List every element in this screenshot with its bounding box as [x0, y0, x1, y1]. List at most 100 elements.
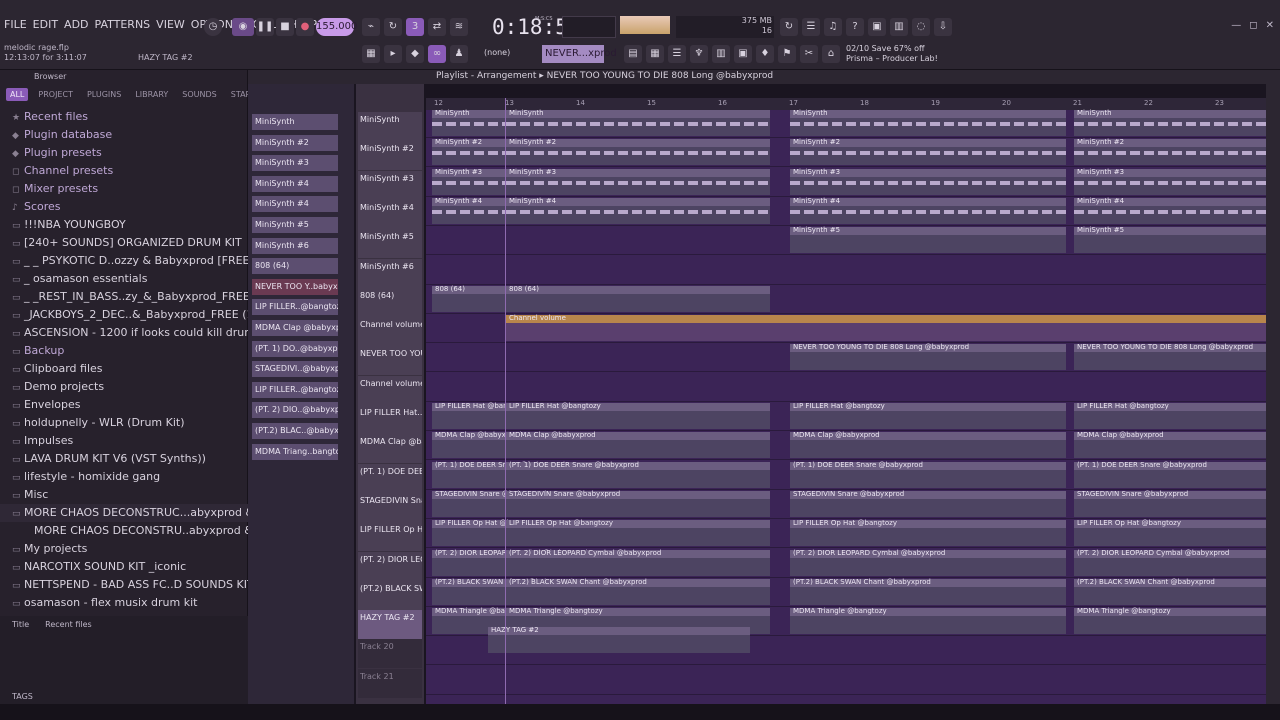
- playlist-clip[interactable]: MDMA Clap @babyxprod: [506, 431, 770, 459]
- playlist-clip[interactable]: MiniSynth #4: [790, 197, 1066, 224]
- playlist-clip[interactable]: MiniSynth #5: [790, 226, 1066, 254]
- news-panel[interactable]: 02/10 Save 67% off Prisma – Producer Lab…: [846, 44, 938, 64]
- channel-button[interactable]: MiniSynth #2: [252, 134, 338, 151]
- browser-item[interactable]: ◆ Plugin database: [0, 126, 248, 144]
- track-header[interactable]: MiniSynth #5: [358, 229, 422, 259]
- chat-icon[interactable]: ◌: [912, 18, 930, 36]
- track-header[interactable]: STAGEDIVIN Sna..: [358, 492, 422, 522]
- playlist-clip[interactable]: LIP FILLER Op Hat @bangtozy: [432, 519, 539, 547]
- playlist-clip[interactable]: (PT.2) BLACK SWAN Chant @babyxprod: [790, 578, 1066, 605]
- browser-item[interactable]: ▭ Clipboard files: [0, 360, 248, 378]
- playlist-clip[interactable]: LIP FILLER Op Hat @bangtozy: [790, 519, 1066, 547]
- track-header[interactable]: MiniSynth #2: [358, 141, 422, 171]
- playlist-clip[interactable]: MiniSynth #3: [432, 168, 506, 195]
- browser-tab-plugins[interactable]: PLUGINS: [83, 88, 125, 101]
- stamp-icon[interactable]: ♟: [450, 45, 468, 63]
- channel-button[interactable]: MiniSynth #3: [252, 155, 338, 172]
- browser-tab-all[interactable]: ALL: [6, 88, 29, 101]
- save-icon[interactable]: ▣: [868, 18, 886, 36]
- channel-button[interactable]: MiniSynth #5: [252, 217, 338, 233]
- mixer-icon[interactable]: ☰: [802, 18, 820, 36]
- track-header[interactable]: MDMA Clap @ba..: [358, 434, 422, 464]
- track-header[interactable]: Track 21: [358, 668, 422, 698]
- playlist-clip[interactable]: STAGEDIVIN Snare @babyxprod: [1074, 490, 1266, 517]
- channel-button[interactable]: MDMA Clap @babyxprod: [252, 320, 338, 336]
- browser-item[interactable]: ▭ Demo projects: [0, 378, 248, 396]
- track-header[interactable]: (PT. 2) DIOR LEO..: [358, 551, 422, 581]
- browser-item[interactable]: ▭ !!!NBA YOUNGBOY: [0, 216, 248, 234]
- playlist-clip[interactable]: MiniSynth: [432, 109, 506, 136]
- playlist-clip[interactable]: MDMA Clap @babyxprod: [790, 431, 1066, 459]
- playlist-clip[interactable]: MDMA Clap @babyxprod: [432, 431, 522, 459]
- view-file-icon[interactable]: ▣: [734, 45, 752, 63]
- playlist-clip[interactable]: (PT. 1) DOE DEER Snare @babyxprod: [432, 461, 565, 488]
- browser-tab-project[interactable]: PROJECT: [34, 88, 77, 101]
- blend-icon[interactable]: ≋: [450, 18, 468, 36]
- track-header[interactable]: Channel volume: [358, 317, 422, 347]
- playlist-clip[interactable]: LIP FILLER Hat @bangtozy: [506, 402, 770, 429]
- link-icon[interactable]: ∞: [428, 45, 446, 63]
- piano-roll-icon[interactable]: ▦: [362, 45, 380, 63]
- minimize-icon[interactable]: —: [1231, 20, 1241, 31]
- snap-value[interactable]: (none): [484, 48, 510, 57]
- playlist-clip[interactable]: MiniSynth #4: [432, 197, 506, 224]
- browser-item[interactable]: ▭ lifestyle - homixide gang: [0, 468, 248, 486]
- playlist-clip[interactable]: (PT.2) BLACK SWAN Chant @babyxprod: [506, 578, 770, 605]
- browser-item[interactable]: ▭ _JACKBOYS_2_DEC..&_Babyxprod_FREE (1): [0, 306, 248, 324]
- view-flag-icon[interactable]: ⚑: [778, 45, 796, 63]
- browser-item[interactable]: ▭ [240+ SOUNDS] ORGANIZED DRUM KIT: [0, 234, 248, 252]
- playlist-clip[interactable]: 808 (64): [506, 285, 770, 312]
- close-icon[interactable]: ✕: [1266, 20, 1274, 31]
- tags-label[interactable]: TAGS: [12, 692, 33, 701]
- browser-item[interactable]: ◻ Channel presets: [0, 162, 248, 180]
- browser-item[interactable]: ▭ Misc: [0, 486, 248, 504]
- playlist-clip[interactable]: NEVER TOO YOUNG TO DIE 808 Long @babyxpr…: [790, 343, 1066, 371]
- browser-tab-sounds[interactable]: SOUNDS: [178, 88, 220, 101]
- record-icon[interactable]: ●: [296, 18, 314, 36]
- channel-button[interactable]: (PT.2) BLAC..@babyxprod: [252, 423, 338, 439]
- playlist-clip[interactable]: (PT. 2) DIOR LEOPARD Cymbal @babyxprod: [432, 549, 587, 576]
- playlist-clip[interactable]: MiniSynth #2: [790, 138, 1066, 166]
- browser-item[interactable]: ▭ My projects: [0, 540, 248, 558]
- mic-icon[interactable]: ♫: [824, 18, 842, 36]
- view-playlist-icon[interactable]: ▤: [624, 45, 642, 63]
- track-header[interactable]: MiniSynth: [358, 112, 422, 141]
- tempo-display[interactable]: 155.000: [316, 18, 357, 36]
- channel-button[interactable]: (PT. 1) DO..@babyxprod: [252, 340, 338, 357]
- countdown-icon[interactable]: 3: [406, 18, 424, 36]
- track-header[interactable]: (PT. 1) DOE DEE..: [358, 463, 422, 493]
- playlist-clip[interactable]: MiniSynth #3: [1074, 168, 1266, 195]
- playlist-clip[interactable]: MiniSynth #2: [506, 138, 770, 166]
- maximize-icon[interactable]: ◻: [1249, 20, 1257, 31]
- column-title[interactable]: Title: [12, 620, 29, 629]
- track-header[interactable]: Track 20: [358, 639, 422, 669]
- playlist-clip[interactable]: HAZY TAG #2: [488, 626, 750, 654]
- browser-tab-library[interactable]: LIBRARY: [131, 88, 172, 101]
- playlist-clip[interactable]: STAGEDIVIN Snare @babyxprod: [432, 490, 546, 517]
- browser-item[interactable]: ▭ ASCENSION - 1200 if looks could kill dr…: [0, 324, 248, 342]
- playlist-clip[interactable]: (PT. 2) DIOR LEOPARD Cymbal @babyxprod: [1074, 549, 1266, 576]
- playlist-clip[interactable]: LIP FILLER Hat @bangtozy: [1074, 402, 1266, 429]
- stop-icon[interactable]: ■: [276, 18, 294, 36]
- browser-item[interactable]: MORE CHAOS DECONSTRU..abyxprod & Bangtoz…: [0, 522, 248, 540]
- browser-item[interactable]: ▭ _ _REST_IN_BASS..zy_&_Babyxprod_FREE: [0, 288, 248, 306]
- playlist-clip[interactable]: (PT. 2) DIOR LEOPARD Cymbal @babyxprod: [790, 549, 1066, 576]
- playlist-clip[interactable]: MiniSynth #2: [432, 138, 506, 166]
- playlist-clip[interactable]: Channel volume: [506, 314, 1266, 342]
- playlist-clip[interactable]: (PT.2) BLACK SWAN Chant @babyxprod: [432, 578, 573, 605]
- column-recent[interactable]: Recent files: [45, 620, 92, 629]
- playlist-clip[interactable]: (PT. 2) DIOR LEOPARD Cymbal @babyxprod: [506, 549, 770, 576]
- browser-item[interactable]: ▭ NARCOTIX SOUND KIT _iconic: [0, 558, 248, 576]
- channel-button[interactable]: (PT. 2) DIO..@babyxprod: [252, 402, 338, 419]
- browser-item[interactable]: ▭ _ osamason essentials: [0, 270, 248, 288]
- channel-button[interactable]: MDMA Triang..bangtozy: [252, 443, 338, 460]
- playlist-clip[interactable]: MiniSynth: [790, 109, 1066, 136]
- download-icon[interactable]: ⇩: [934, 18, 952, 36]
- plugin-icon[interactable]: ▥: [890, 18, 908, 36]
- help-icon[interactable]: ?: [846, 18, 864, 36]
- arrangement-grid[interactable]: MiniSynth MiniSynth MiniSynth MiniSynth Mini…: [426, 109, 1266, 704]
- browser-item[interactable]: ▭ osamason - flex musix drum kit: [0, 594, 248, 612]
- pattern-selector[interactable]: NEVER...xprod: [542, 45, 617, 63]
- playlist-clip[interactable]: 808 (64): [432, 285, 506, 312]
- track-header[interactable]: MiniSynth #6: [358, 258, 422, 288]
